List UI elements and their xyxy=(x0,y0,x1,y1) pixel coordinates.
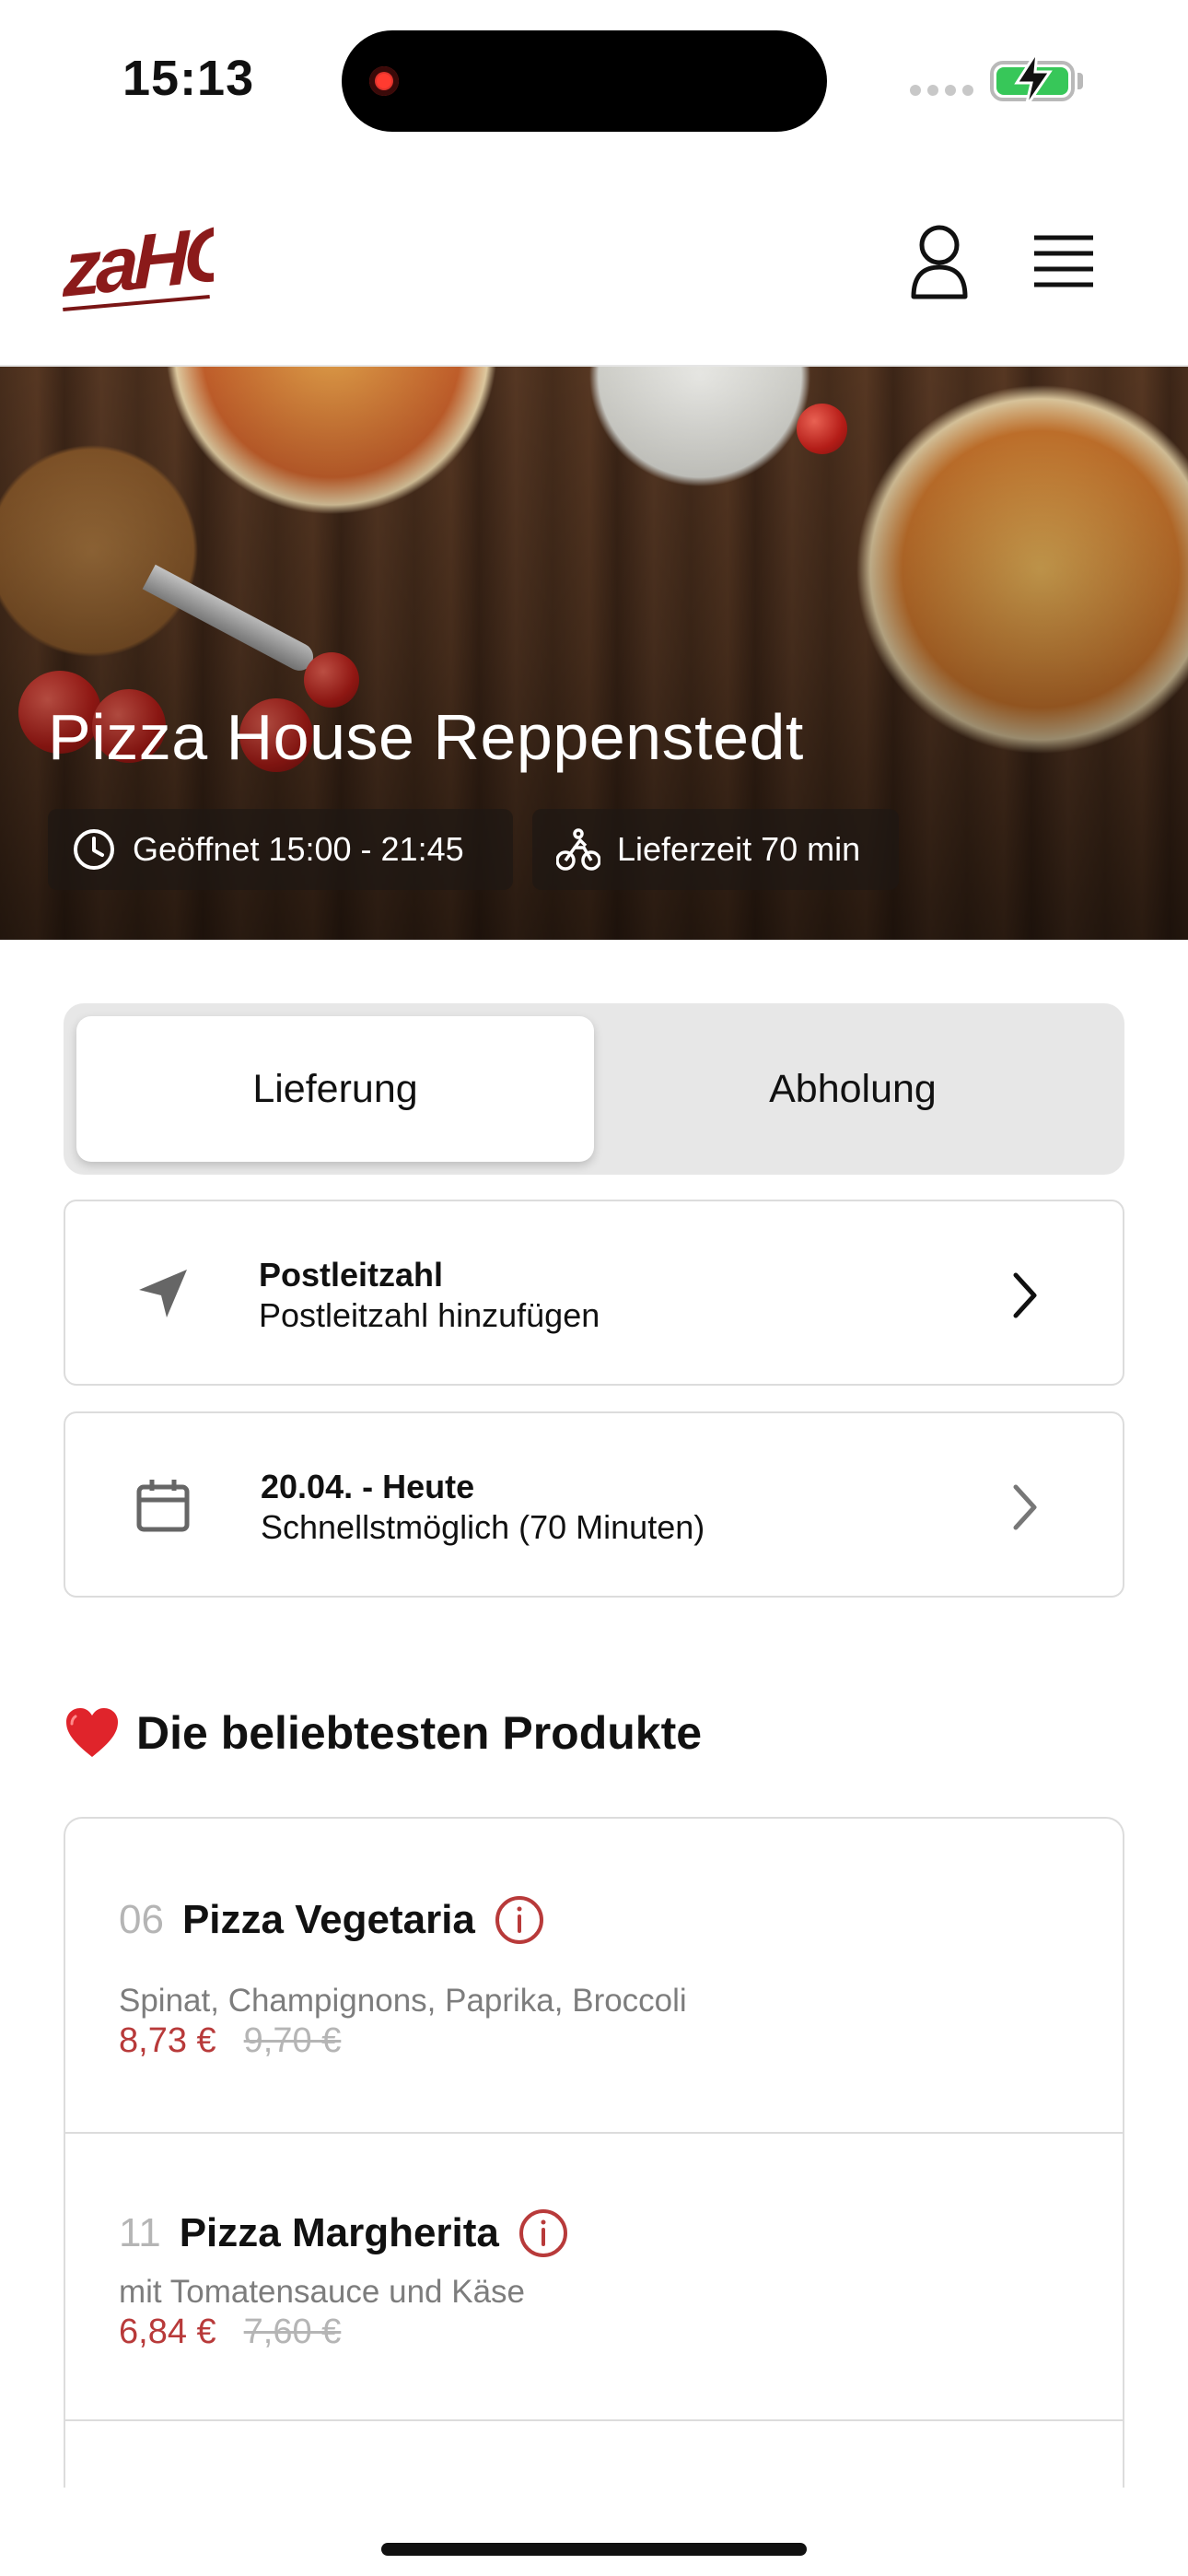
hero-banner: Pizza House Reppenstedt Geöffnet 15:00 -… xyxy=(0,367,1188,940)
product-old-price: 9,70 € xyxy=(243,2021,342,2060)
restaurant-name: Pizza House Reppenstedt xyxy=(48,701,804,773)
delivery-date-card[interactable]: 20.04. - Heute Schnellstmöglich (70 Minu… xyxy=(64,1411,1124,1598)
user-icon xyxy=(911,225,968,299)
cellular-signal-icon xyxy=(910,85,973,96)
product-item[interactable]: 06 Pizza Vegetaria Spinat, Champignons, … xyxy=(65,1819,1123,2134)
order-type-toggle: Lieferung Abholung xyxy=(64,1003,1124,1175)
product-name: Pizza Vegetaria xyxy=(181,1897,475,1942)
status-time: 15:13 xyxy=(122,51,255,106)
delivery-time-label: Lieferzeit 70 min xyxy=(617,830,861,868)
charging-bolt-icon xyxy=(1014,52,1053,107)
menu-icon xyxy=(1034,235,1093,287)
product-price: 8,73 € xyxy=(119,2021,216,2060)
menu-button[interactable] xyxy=(1027,230,1101,295)
status-bar: 15:13 xyxy=(0,0,1188,157)
tab-abholung[interactable]: Abholung xyxy=(594,1016,1112,1162)
dynamic-island xyxy=(342,30,827,132)
calendar-icon xyxy=(136,1480,190,1532)
location-arrow-icon xyxy=(139,1270,187,1317)
heart-icon xyxy=(66,1708,118,1757)
product-description: mit Tomatensauce und Käse xyxy=(119,2274,526,2310)
account-button[interactable] xyxy=(903,221,976,304)
popular-products-list: 06 Pizza Vegetaria Spinat, Champignons, … xyxy=(64,1817,1124,2488)
postal-code-card[interactable]: Postleitzahl Postleitzahl hinzufügen xyxy=(64,1200,1124,1386)
postal-code-subtitle: Postleitzahl hinzufügen xyxy=(259,1296,600,1334)
product-item[interactable]: 11 Pizza Margherita mit Tomatensauce und… xyxy=(65,2134,1123,2421)
chevron-right-icon xyxy=(1013,1484,1037,1530)
recording-indicator-icon xyxy=(369,66,399,96)
tab-lieferung[interactable]: Lieferung xyxy=(76,1016,594,1162)
product-description: Spinat, Champignons, Paprika, Broccoli xyxy=(119,1983,687,2019)
product-name: Pizza Margherita xyxy=(179,2210,499,2255)
clock-icon xyxy=(74,829,114,870)
chevron-right-icon xyxy=(1013,1272,1037,1318)
product-old-price: 7,60 € xyxy=(243,2313,342,2351)
product-price: 6,84 € xyxy=(119,2313,216,2351)
popular-products-heading: Die beliebtesten Produkte xyxy=(64,1706,702,1760)
info-icon[interactable] xyxy=(494,1894,545,1946)
delivery-time-badge: Lieferzeit 70 min xyxy=(532,809,899,890)
delivery-date-subtitle: Schnellstmöglich (70 Minuten) xyxy=(261,1508,705,1546)
app-header: zaHO xyxy=(0,157,1188,367)
opening-hours-badge: Geöffnet 15:00 - 21:45 xyxy=(48,809,513,890)
home-indicator[interactable] xyxy=(381,2543,807,2556)
bicycle-icon xyxy=(556,828,600,871)
product-number: 06 xyxy=(119,1897,164,1942)
opening-hours-label: Geöffnet 15:00 - 21:45 xyxy=(133,830,464,868)
delivery-date-title: 20.04. - Heute xyxy=(261,1468,475,1505)
info-icon[interactable] xyxy=(518,2207,569,2259)
section-title: Die beliebtesten Produkte xyxy=(136,1707,703,1759)
postal-code-title: Postleitzahl xyxy=(259,1256,444,1294)
restaurant-logo[interactable]: zaHO xyxy=(63,217,214,318)
product-item[interactable] xyxy=(65,2421,1123,2488)
product-number: 11 xyxy=(119,2210,161,2255)
